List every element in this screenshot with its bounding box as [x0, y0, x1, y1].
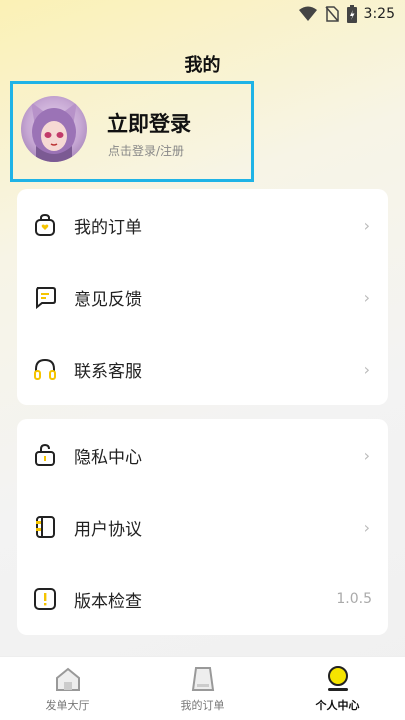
status-icons [299, 5, 357, 23]
login-title[interactable]: 立即登录 [107, 108, 191, 138]
chevron-right-icon: › [363, 287, 370, 307]
tab-my-orders[interactable]: 我的订单 [135, 657, 270, 720]
menu-item-privacy[interactable]: 隐私中心 › [17, 419, 388, 491]
tab-label: 我的订单 [180, 699, 225, 712]
menu-card-secondary: 隐私中心 › 用户协议 › 版本检查 1.0.5 [17, 419, 388, 635]
version-value: 1.0.5 [336, 591, 372, 607]
status-time: 3:25 [363, 6, 395, 22]
menu-label: 隐私中心 [74, 447, 142, 468]
bottom-tab-bar: 发单大厅 我的订单 个人中心 [0, 656, 405, 720]
tab-label: 个人中心 [315, 699, 360, 712]
chevron-right-icon: › [363, 359, 370, 379]
order-icon [191, 667, 215, 691]
avatar[interactable] [21, 96, 87, 162]
tab-personal-center[interactable]: 个人中心 [270, 657, 405, 720]
menu-item-customer-service[interactable]: 联系客服 › [17, 333, 388, 405]
house-icon [56, 667, 80, 691]
menu-label: 版本检查 [74, 591, 142, 612]
menu-label: 用户协议 [74, 519, 142, 540]
avatar-illustration [31, 102, 77, 162]
chevron-right-icon: › [363, 445, 370, 465]
document-icon [36, 516, 55, 538]
page-title: 我的 [184, 55, 221, 76]
no-sim-icon [325, 6, 339, 22]
wifi-icon [299, 6, 317, 21]
tab-order-hall[interactable]: 发单大厅 [0, 657, 135, 720]
login-subtitle[interactable]: 点击登录/注册 [108, 142, 184, 159]
menu-card-primary: 我的订单 › 意见反馈 › 联系客服 › [17, 189, 388, 405]
battery-icon [347, 5, 357, 23]
tab-label: 发单大厅 [45, 699, 90, 712]
alert-icon [34, 588, 56, 610]
menu-item-user-agreement[interactable]: 用户协议 › [17, 491, 388, 563]
chevron-right-icon: › [363, 517, 370, 537]
person-icon [328, 666, 348, 691]
menu-item-version-check[interactable]: 版本检查 1.0.5 [17, 563, 388, 635]
lock-icon [35, 443, 55, 466]
menu-label: 我的订单 [74, 217, 142, 238]
status-bar: 3:25 [0, 0, 405, 30]
menu-label: 联系客服 [74, 361, 142, 382]
headset-icon [34, 358, 56, 380]
bag-icon [35, 213, 55, 236]
menu-item-my-orders[interactable]: 我的订单 › [17, 189, 388, 261]
menu-item-feedback[interactable]: 意见反馈 › [17, 261, 388, 333]
chevron-right-icon: › [363, 215, 370, 235]
menu-label: 意见反馈 [74, 289, 142, 310]
login-profile-card[interactable]: 立即登录 点击登录/注册 [10, 81, 254, 182]
feedback-icon [36, 287, 56, 309]
